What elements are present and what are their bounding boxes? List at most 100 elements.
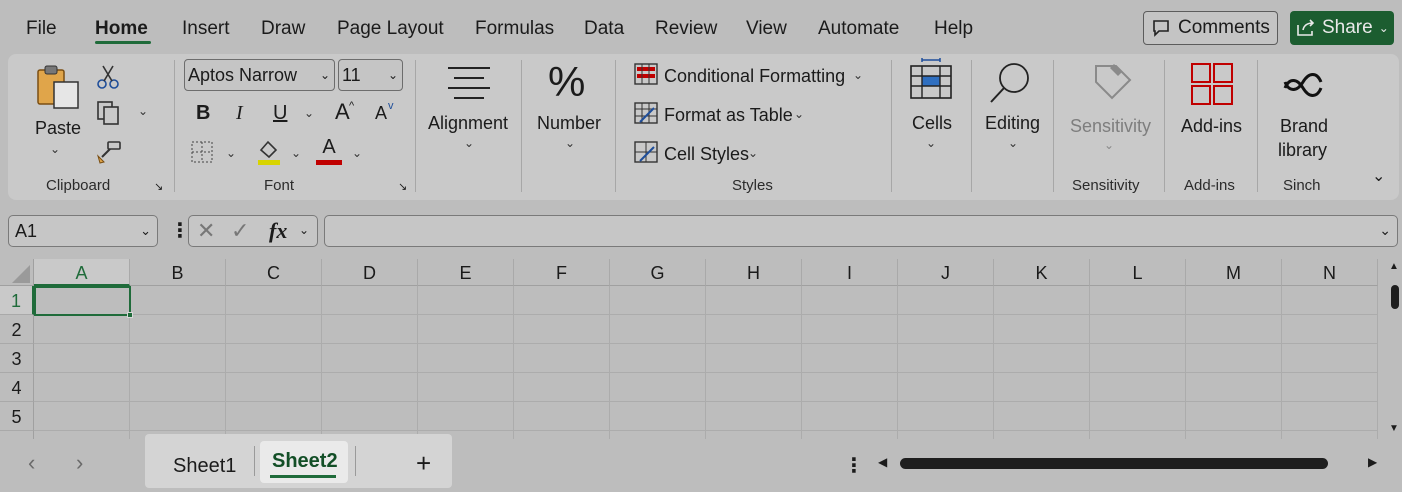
- column-header-c[interactable]: C: [226, 259, 322, 286]
- cell-b3[interactable]: [130, 344, 226, 373]
- column-header-k[interactable]: K: [994, 259, 1090, 286]
- cell-l4[interactable]: [1090, 373, 1186, 402]
- font-color-button[interactable]: A: [316, 136, 342, 165]
- column-header-m[interactable]: M: [1186, 259, 1282, 286]
- cell-m5[interactable]: [1186, 402, 1282, 431]
- underline-chevron-icon[interactable]: ⌄: [304, 106, 314, 120]
- cell-m2[interactable]: [1186, 315, 1282, 344]
- column-header-f[interactable]: F: [514, 259, 610, 286]
- format-as-table-chevron-icon[interactable]: ⌄: [794, 107, 804, 121]
- sheet-tab-sheet1[interactable]: Sheet1: [173, 455, 236, 478]
- number-button[interactable]: Number: [537, 113, 601, 134]
- column-header-d[interactable]: D: [322, 259, 418, 286]
- column-header-e[interactable]: E: [418, 259, 514, 286]
- cell-b1[interactable]: [130, 286, 226, 315]
- column-header-h[interactable]: H: [706, 259, 802, 286]
- cell-n2[interactable]: [1282, 315, 1378, 344]
- sheet-tab-sheet2[interactable]: Sheet2: [272, 450, 338, 473]
- vertical-scroll-thumb[interactable]: [1391, 285, 1399, 309]
- cell-a2[interactable]: [34, 315, 130, 344]
- ribbon-expand-chevron-icon[interactable]: ⌄: [1372, 166, 1385, 186]
- cell-j1[interactable]: [898, 286, 994, 315]
- cell-c4[interactable]: [226, 373, 322, 402]
- cell-l3[interactable]: [1090, 344, 1186, 373]
- cancel-icon[interactable]: ✕: [197, 218, 215, 244]
- brand-library-button-line2[interactable]: library: [1278, 140, 1327, 161]
- paste-chevron-icon[interactable]: ⌄: [50, 142, 60, 156]
- horizontal-scroll-thumb[interactable]: [900, 458, 1328, 469]
- scroll-left-icon[interactable]: ◀: [878, 455, 887, 469]
- cell-l2[interactable]: [1090, 315, 1186, 344]
- cell-h2[interactable]: [706, 315, 802, 344]
- cell-a5[interactable]: [34, 402, 130, 431]
- cell-d1[interactable]: [322, 286, 418, 315]
- menu-home[interactable]: Home: [95, 18, 148, 40]
- cell-g5[interactable]: [610, 402, 706, 431]
- vertical-scrollbar[interactable]: ▲ ▼: [1386, 259, 1402, 439]
- scroll-right-icon[interactable]: ▶: [1368, 455, 1377, 469]
- bold-button[interactable]: B: [196, 102, 210, 125]
- cell-styles-chevron-icon[interactable]: ⌄: [748, 146, 758, 160]
- fill-color-chevron-icon[interactable]: ⌄: [291, 146, 301, 160]
- cell-a3[interactable]: [34, 344, 130, 373]
- horizontal-scrollbar[interactable]: ◀ ▶: [876, 452, 1384, 476]
- cell-m1[interactable]: [1186, 286, 1282, 315]
- cell-f6[interactable]: [514, 431, 610, 439]
- select-all-corner[interactable]: [0, 259, 34, 286]
- font-name-select[interactable]: Aptos Narrow ⌄: [184, 59, 335, 91]
- cell-k1[interactable]: [994, 286, 1090, 315]
- formula-input[interactable]: ⌄: [324, 215, 1398, 247]
- cell-j5[interactable]: [898, 402, 994, 431]
- cell-b2[interactable]: [130, 315, 226, 344]
- row-header-6[interactable]: 6: [0, 431, 34, 439]
- cell-l1[interactable]: [1090, 286, 1186, 315]
- cell-j6[interactable]: [898, 431, 994, 439]
- row-header-4[interactable]: 4: [0, 373, 34, 402]
- cell-l5[interactable]: [1090, 402, 1186, 431]
- cell-g3[interactable]: [610, 344, 706, 373]
- cell-a4[interactable]: [34, 373, 130, 402]
- brand-library-button[interactable]: Brand: [1280, 116, 1328, 137]
- underline-button[interactable]: U: [273, 102, 287, 125]
- cell-e4[interactable]: [418, 373, 514, 402]
- cell-c1[interactable]: [226, 286, 322, 315]
- add-sheet-button[interactable]: +: [416, 448, 431, 479]
- menu-help[interactable]: Help: [934, 18, 973, 40]
- cell-g2[interactable]: [610, 315, 706, 344]
- format-as-table-button[interactable]: Format as Table: [664, 105, 793, 126]
- prev-sheet-icon[interactable]: ‹: [28, 450, 35, 476]
- cells-button[interactable]: Cells: [912, 113, 952, 134]
- cell-g1[interactable]: [610, 286, 706, 315]
- cell-d3[interactable]: [322, 344, 418, 373]
- editing-chevron-icon[interactable]: ⌄: [1008, 136, 1018, 150]
- cell-j3[interactable]: [898, 344, 994, 373]
- cell-d4[interactable]: [322, 373, 418, 402]
- cell-k5[interactable]: [994, 402, 1090, 431]
- cell-f1[interactable]: [514, 286, 610, 315]
- cell-k3[interactable]: [994, 344, 1090, 373]
- borders-chevron-icon[interactable]: ⌄: [226, 146, 236, 160]
- menu-review[interactable]: Review: [655, 18, 717, 40]
- editing-button[interactable]: Editing: [985, 113, 1040, 134]
- cells-chevron-icon[interactable]: ⌄: [926, 136, 936, 150]
- selected-cell-a1[interactable]: [34, 286, 131, 316]
- cell-h6[interactable]: [706, 431, 802, 439]
- cell-i1[interactable]: [802, 286, 898, 315]
- cell-m3[interactable]: [1186, 344, 1282, 373]
- cell-i6[interactable]: [802, 431, 898, 439]
- addins-button[interactable]: Add-ins: [1181, 116, 1242, 137]
- cell-n3[interactable]: [1282, 344, 1378, 373]
- cell-c2[interactable]: [226, 315, 322, 344]
- cell-d5[interactable]: [322, 402, 418, 431]
- cell-h5[interactable]: [706, 402, 802, 431]
- cell-b5[interactable]: [130, 402, 226, 431]
- column-header-g[interactable]: G: [610, 259, 706, 286]
- cell-n5[interactable]: [1282, 402, 1378, 431]
- cell-h3[interactable]: [706, 344, 802, 373]
- name-box[interactable]: A1 ⌄: [8, 215, 158, 247]
- cell-i2[interactable]: [802, 315, 898, 344]
- font-launcher-icon[interactable]: ↘: [398, 180, 407, 193]
- menu-view[interactable]: View: [746, 18, 787, 40]
- comments-button[interactable]: Comments: [1143, 11, 1278, 45]
- font-color-chevron-icon[interactable]: ⌄: [352, 146, 362, 160]
